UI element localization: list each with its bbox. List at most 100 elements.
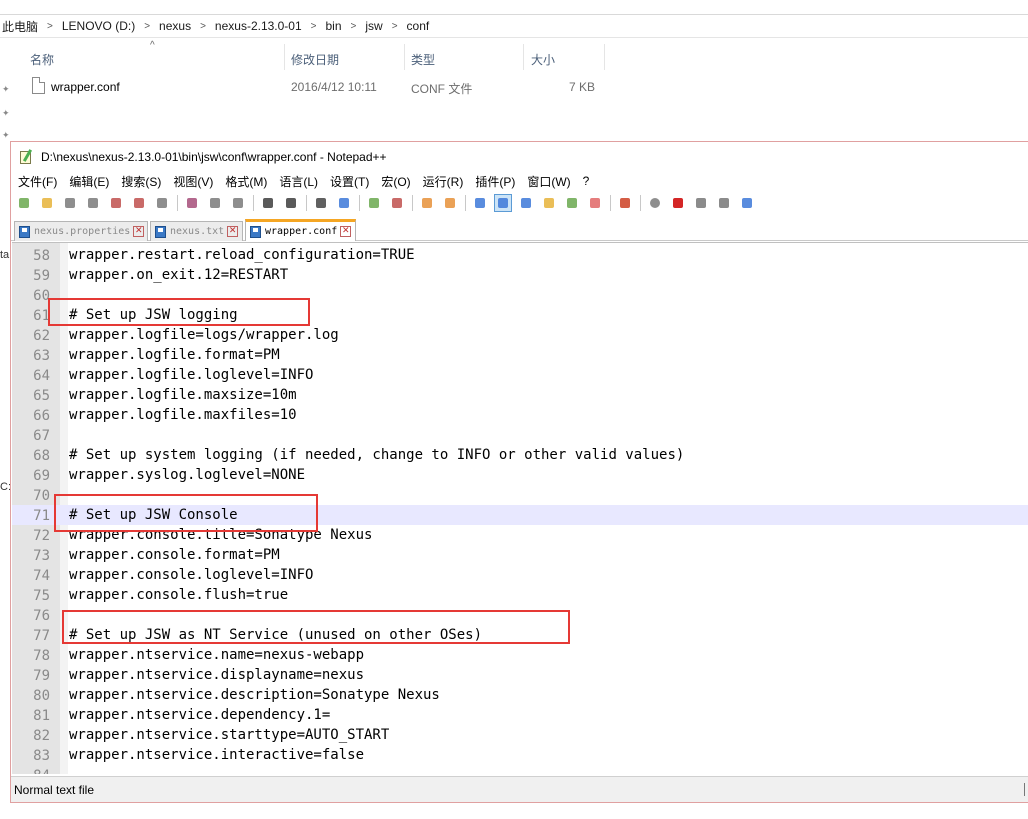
pin-icon[interactable]: ✦ bbox=[2, 108, 10, 119]
column-divider[interactable] bbox=[404, 44, 405, 70]
copy-icon[interactable] bbox=[207, 195, 223, 211]
close-icon[interactable]: ✕ bbox=[227, 226, 239, 237]
editor-line[interactable]: 79 wrapper.ntservice.displayname=nexus bbox=[12, 665, 1028, 685]
print-icon[interactable] bbox=[154, 195, 170, 211]
save-macro-icon[interactable] bbox=[739, 195, 755, 211]
tab-wrapper-conf[interactable]: wrapper.conf ✕ bbox=[245, 219, 356, 241]
editor-line[interactable]: 72 wrapper.console.title=Sonatype Nexus bbox=[12, 525, 1028, 545]
close-icon[interactable] bbox=[108, 195, 124, 211]
editor-line[interactable]: 62 wrapper.logfile=logs/wrapper.log bbox=[12, 325, 1028, 345]
menu-file[interactable]: 文件(F) bbox=[18, 173, 57, 190]
word-wrap-icon[interactable] bbox=[472, 195, 488, 211]
find-icon[interactable] bbox=[313, 195, 329, 211]
run-macro-multiple-icon[interactable] bbox=[716, 195, 732, 211]
tab-nexus-properties[interactable]: nexus.properties ✕ bbox=[14, 221, 148, 241]
file-row[interactable]: wrapper.conf 2016/4/12 10:11 CONF 文件 7 K… bbox=[0, 76, 1028, 98]
menu-settings[interactable]: 设置(T) bbox=[330, 173, 369, 190]
editor-line[interactable]: 80 wrapper.ntservice.description=Sonatype… bbox=[12, 685, 1028, 705]
breadcrumb-item-nexus-version[interactable]: nexus-2.13.0-01 bbox=[215, 19, 302, 33]
breadcrumb-item-this-pc[interactable]: 此电脑 bbox=[2, 18, 38, 35]
function-list-icon[interactable] bbox=[564, 195, 580, 211]
menu-help[interactable]: ? bbox=[583, 174, 590, 188]
editor-line[interactable]: 81 wrapper.ntservice.dependency.1= bbox=[12, 705, 1028, 725]
menu-edit[interactable]: 编辑(E) bbox=[69, 173, 109, 190]
editor-line[interactable]: 77 # Set up JSW as NT Service (unused on … bbox=[12, 625, 1028, 645]
sync-vertical-icon[interactable] bbox=[419, 195, 435, 211]
editor-line[interactable]: 65 wrapper.logfile.maxsize=10m bbox=[12, 385, 1028, 405]
folder-workspace-icon[interactable] bbox=[587, 195, 603, 211]
column-divider[interactable] bbox=[284, 44, 285, 70]
line-text: wrapper.console.flush=true bbox=[69, 587, 289, 603]
show-all-chars-icon[interactable] bbox=[494, 194, 512, 212]
record-macro-icon[interactable] bbox=[647, 195, 663, 211]
column-divider[interactable] bbox=[604, 44, 605, 70]
save-all-icon[interactable] bbox=[85, 195, 101, 211]
editor-line[interactable]: 74 wrapper.console.loglevel=INFO bbox=[12, 565, 1028, 585]
play-macro-icon[interactable] bbox=[693, 195, 709, 211]
line-number: 62 bbox=[33, 328, 50, 344]
indent-guide-icon[interactable] bbox=[518, 195, 534, 211]
status-language: Normal text file bbox=[14, 782, 95, 797]
sync-horizontal-icon[interactable] bbox=[442, 195, 458, 211]
editor-line[interactable]: 60 bbox=[12, 285, 1028, 305]
cut-icon[interactable] bbox=[184, 195, 200, 211]
close-icon[interactable]: ✕ bbox=[340, 226, 352, 237]
editor-line[interactable]: 61 # Set up JSW logging bbox=[12, 305, 1028, 325]
column-divider[interactable] bbox=[523, 44, 524, 70]
editor-line[interactable]: 76 bbox=[12, 605, 1028, 625]
document-map-icon[interactable] bbox=[541, 195, 557, 211]
column-header-type[interactable]: 类型 bbox=[411, 51, 435, 68]
code-editor[interactable]: 58 wrapper.restart.reload_configuration=T… bbox=[12, 242, 1028, 774]
editor-line[interactable]: 82 wrapper.ntservice.starttype=AUTO_START bbox=[12, 725, 1028, 745]
menu-run[interactable]: 运行(R) bbox=[423, 173, 464, 190]
breadcrumb-item-conf[interactable]: conf bbox=[407, 19, 430, 33]
breadcrumb-item-nexus[interactable]: nexus bbox=[159, 19, 191, 33]
editor-line[interactable]: 69 wrapper.syslog.loglevel=NONE bbox=[12, 465, 1028, 485]
editor-line[interactable]: 58 wrapper.restart.reload_configuration=T… bbox=[12, 245, 1028, 265]
editor-line[interactable]: 63 wrapper.logfile.format=PM bbox=[12, 345, 1028, 365]
pin-icon[interactable]: ✦ bbox=[2, 84, 10, 95]
menu-window[interactable]: 窗口(W) bbox=[527, 173, 570, 190]
editor-line[interactable]: 84 bbox=[12, 765, 1028, 774]
menu-plugins[interactable]: 插件(P) bbox=[475, 173, 515, 190]
close-icon[interactable]: ✕ bbox=[133, 226, 145, 237]
stop-record-icon[interactable] bbox=[670, 195, 686, 211]
editor-line[interactable]: 66 wrapper.logfile.maxfiles=10 bbox=[12, 405, 1028, 425]
column-header-size[interactable]: 大小 bbox=[531, 51, 555, 68]
editor-line[interactable]: 75 wrapper.console.flush=true bbox=[12, 585, 1028, 605]
editor-line[interactable]: 59 wrapper.on_exit.12=RESTART bbox=[12, 265, 1028, 285]
editor-line[interactable]: 71 # Set up JSW Console bbox=[12, 505, 1028, 525]
save-icon[interactable] bbox=[62, 195, 78, 211]
monitoring-icon[interactable] bbox=[617, 195, 633, 211]
pin-icon[interactable]: ✦ bbox=[2, 130, 10, 141]
breadcrumb-item-bin[interactable]: bin bbox=[326, 19, 342, 33]
editor-line[interactable]: 70 bbox=[12, 485, 1028, 505]
redo-icon[interactable] bbox=[283, 195, 299, 211]
undo-icon[interactable] bbox=[260, 195, 276, 211]
editor-line[interactable]: 67 bbox=[12, 425, 1028, 445]
zoom-in-icon[interactable] bbox=[366, 195, 382, 211]
new-file-icon[interactable] bbox=[16, 195, 32, 211]
tab-nexus-txt[interactable]: nexus.txt ✕ bbox=[150, 221, 243, 241]
editor-line[interactable]: 78 wrapper.ntservice.name=nexus-webapp bbox=[12, 645, 1028, 665]
editor-line[interactable]: 83 wrapper.ntservice.interactive=false bbox=[12, 745, 1028, 765]
column-header-modified[interactable]: 修改日期 bbox=[291, 51, 339, 68]
toolbar-separator bbox=[412, 195, 413, 211]
editor-line[interactable]: 64 wrapper.logfile.loglevel=INFO bbox=[12, 365, 1028, 385]
column-header-name[interactable]: 名称 bbox=[30, 51, 54, 68]
menu-language[interactable]: 语言(L) bbox=[279, 173, 318, 190]
menu-search[interactable]: 搜索(S) bbox=[121, 173, 161, 190]
title-bar[interactable]: D:\nexus\nexus-2.13.0-01\bin\jsw\conf\wr… bbox=[11, 142, 1028, 171]
editor-line[interactable]: 73 wrapper.console.format=PM bbox=[12, 545, 1028, 565]
menu-format[interactable]: 格式(M) bbox=[225, 173, 267, 190]
close-all-icon[interactable] bbox=[131, 195, 147, 211]
editor-line[interactable]: 68 # Set up system logging (if needed, ch… bbox=[12, 445, 1028, 465]
replace-icon[interactable] bbox=[336, 195, 352, 211]
breadcrumb-item-drive[interactable]: LENOVO (D:) bbox=[62, 19, 135, 33]
menu-macro[interactable]: 宏(O) bbox=[381, 173, 410, 190]
menu-view[interactable]: 视图(V) bbox=[173, 173, 213, 190]
open-file-icon[interactable] bbox=[39, 195, 55, 211]
zoom-out-icon[interactable] bbox=[389, 195, 405, 211]
paste-icon[interactable] bbox=[230, 195, 246, 211]
breadcrumb-item-jsw[interactable]: jsw bbox=[365, 19, 382, 33]
